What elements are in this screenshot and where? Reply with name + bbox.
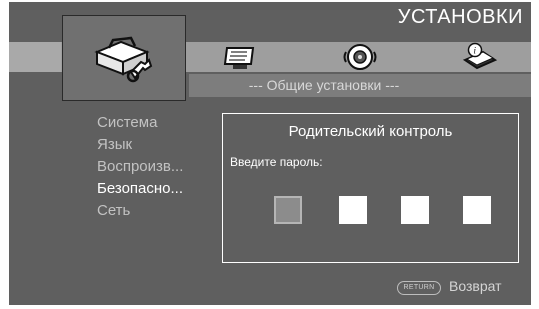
settings-menu: Система Язык Воспроизв... Безопасно... С… bbox=[97, 112, 183, 222]
toolbox-wrench-icon bbox=[91, 34, 157, 89]
menu-item-playback[interactable]: Воспроизв... bbox=[97, 156, 183, 178]
page-title: УСТАНОВКИ bbox=[397, 6, 523, 28]
menu-item-network[interactable]: Сеть bbox=[97, 200, 183, 222]
tab-settings[interactable] bbox=[62, 15, 186, 101]
setup-screen: УСТАНОВКИ i --- Общие установки --- Сист… bbox=[9, 2, 531, 305]
menu-item-security[interactable]: Безопасно... bbox=[97, 178, 183, 200]
return-button[interactable]: RETURN bbox=[397, 281, 441, 295]
pin-digit-1[interactable] bbox=[274, 196, 302, 224]
speaker-icon bbox=[343, 44, 377, 70]
password-label: Введите пароль: bbox=[230, 155, 323, 169]
tab-audio[interactable] bbox=[343, 42, 377, 77]
pin-digit-3[interactable] bbox=[401, 196, 429, 224]
display-monitor-icon bbox=[223, 47, 255, 69]
menu-item-system[interactable]: Система bbox=[97, 112, 183, 134]
section-title: --- Общие установки --- bbox=[248, 77, 400, 93]
return-label: Возврат bbox=[449, 278, 502, 294]
tab-info[interactable]: i bbox=[462, 42, 498, 75]
menu-item-language[interactable]: Язык bbox=[97, 134, 183, 156]
parental-control-dialog: Родительский контроль Введите пароль: bbox=[222, 113, 519, 263]
tab-display[interactable] bbox=[223, 46, 257, 77]
pin-digit-2[interactable] bbox=[339, 196, 367, 224]
info-book-icon: i bbox=[462, 42, 498, 70]
tab-bar-left bbox=[9, 42, 61, 72]
dialog-title: Родительский контроль bbox=[288, 123, 453, 140]
pin-digit-4[interactable] bbox=[463, 196, 491, 224]
